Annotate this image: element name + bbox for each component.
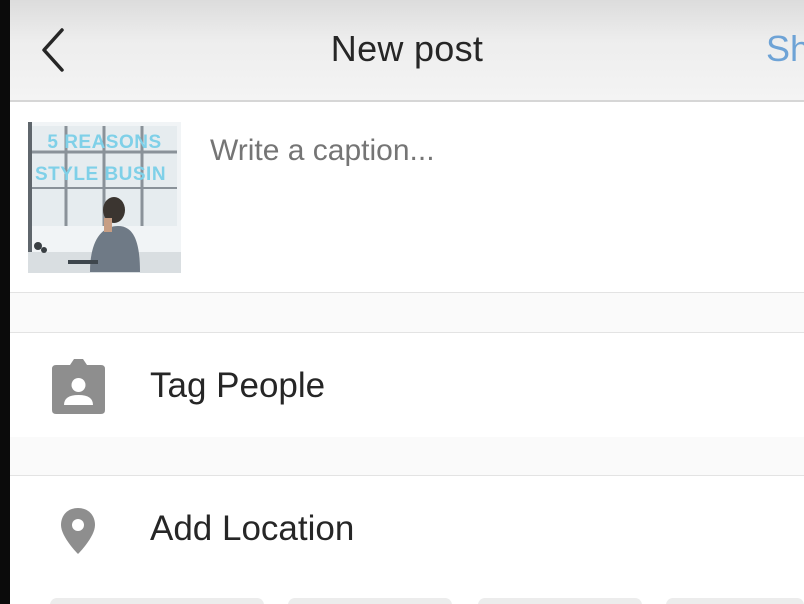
- location-suggestion-chip[interactable]: [666, 598, 804, 604]
- share-button[interactable]: Sh: [766, 28, 804, 70]
- thumbnail-text-line-1: 5 REASONS: [47, 132, 162, 153]
- add-location-row[interactable]: Add Location: [10, 475, 804, 583]
- new-post-screen: New post Sh 5 REASONS STYLE BUSIN Write …: [10, 0, 804, 604]
- location-suggestion-chip[interactable]: [50, 598, 264, 604]
- add-location-label: Add Location: [150, 509, 355, 548]
- top-bar: New post Sh: [10, 0, 804, 102]
- tag-people-row[interactable]: Tag People: [10, 332, 804, 438]
- caption-section: 5 REASONS STYLE BUSIN: [10, 102, 804, 293]
- post-thumbnail[interactable]: 5 REASONS STYLE BUSIN: [28, 122, 181, 273]
- location-pin-icon: [61, 508, 95, 554]
- section-divider: [10, 293, 804, 332]
- tag-person-icon: [52, 359, 105, 414]
- section-divider: [10, 437, 804, 475]
- caption-input[interactable]: [210, 134, 790, 168]
- thumbnail-text-line-2: STYLE BUSIN: [34, 164, 167, 185]
- location-suggestions: [10, 582, 804, 604]
- tag-people-label: Tag People: [150, 366, 326, 405]
- location-suggestion-chip[interactable]: [478, 598, 642, 604]
- location-suggestion-chip[interactable]: [288, 598, 452, 604]
- page-title: New post: [330, 28, 484, 69]
